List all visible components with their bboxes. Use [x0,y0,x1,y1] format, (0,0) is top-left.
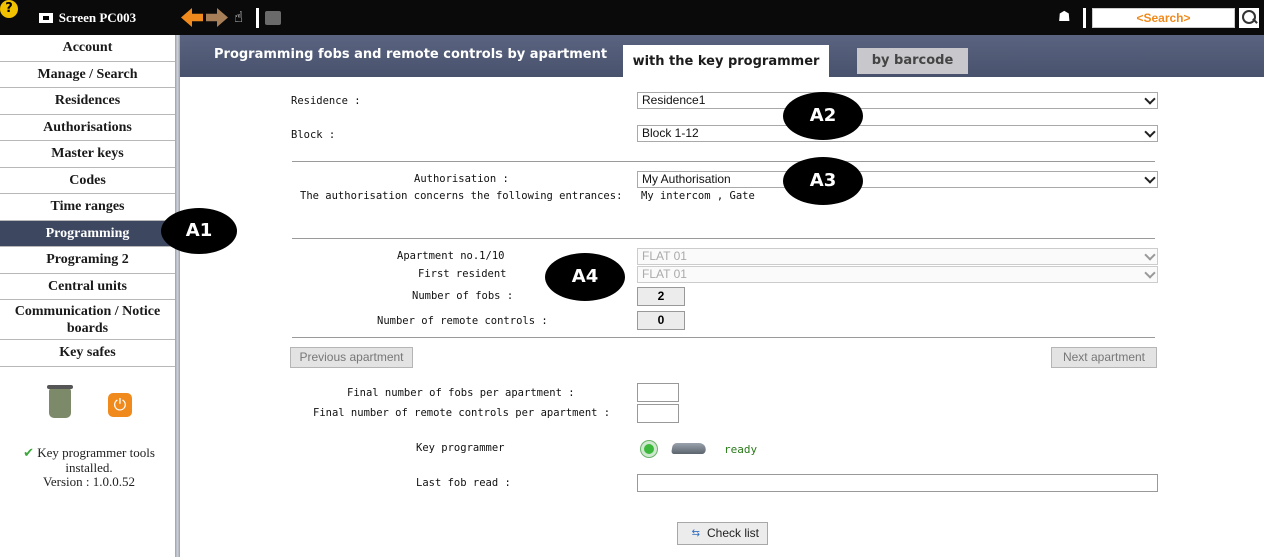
toolbar-divider [1083,8,1086,28]
check-icon: ✔ [23,446,34,461]
block-select[interactable]: Block 1-12 [637,125,1158,142]
sidebar-item-residences[interactable]: Residences [0,88,175,115]
final-fobs-input[interactable] [637,383,679,402]
checklist-icon: ⇆ [691,528,700,539]
top-toolbar: Screen PC003 ☝ ? ☗ <Search> [0,0,1264,35]
monitor-icon [38,12,53,23]
chevron-down-icon [1144,126,1156,138]
profile-icon[interactable]: ☗ [1058,9,1072,26]
toolbar-divider [256,8,259,28]
key-programmer-status: ready [724,443,758,456]
remotes-count: 0 [637,311,685,330]
divider [292,238,1155,239]
sidebar-item-manage-search[interactable]: Manage / Search [0,62,175,88]
remotes-label: Number of remote controls : [377,315,548,327]
callout-a1: A1 [161,208,237,254]
residence-value: Residence1 [642,93,706,107]
forward-arrow-icon[interactable] [206,8,228,27]
entrances-label: The authorisation concerns the following… [300,190,623,202]
last-fob-input[interactable] [637,474,1158,492]
search-icon[interactable] [1239,8,1259,28]
chevron-down-icon [1144,267,1156,279]
final-remotes-label: Final number of remote controls per apar… [313,407,611,419]
authorisation-select[interactable]: My Authorisation [637,171,1158,188]
fobs-count: 2 [637,287,685,306]
tab-barcode[interactable]: by barcode [857,48,968,74]
divider [292,337,1155,338]
residence-select[interactable]: Residence1 [637,92,1158,109]
entrances-value: My intercom , Gate [641,190,755,202]
first-resident-label: First resident [418,268,507,280]
tab-key-programmer[interactable]: with the key programmer [623,45,829,77]
first-resident-select[interactable]: FLAT 01 [637,266,1158,283]
hand-pointer-icon[interactable]: ☝ [234,8,252,27]
power-icon[interactable]: ⏻ [108,393,132,417]
next-apartment-button[interactable]: Next apartment [1051,347,1157,368]
authorisation-label: Authorisation : [414,173,509,185]
final-fobs-label: Final number of fobs per apartment : [347,387,575,399]
apartment-select[interactable]: FLAT 01 [637,248,1158,265]
search-input[interactable]: <Search> [1092,8,1235,28]
final-remotes-input[interactable] [637,404,679,423]
fobs-label: Number of fobs : [412,290,514,302]
last-fob-label: Last fob read : [416,477,511,489]
status-indicator-icon [641,441,657,457]
key-programmer-label: Key programmer [416,442,505,454]
first-resident-value: FLAT 01 [642,267,687,281]
sidebar-item-programing-2[interactable]: Programing 2 [0,247,175,274]
chevron-down-icon [1144,172,1156,184]
authorisation-value: My Authorisation [642,172,731,186]
check-list-button[interactable]: ⇆ Check list [677,522,768,545]
screen-label: Screen PC003 [0,0,175,35]
chevron-down-icon [1144,249,1156,261]
callout-a3: A3 [783,157,863,205]
sidebar-item-communication[interactable]: Communication / Notice boards [0,300,175,340]
callout-a4: A4 [545,253,625,301]
sidebar-item-programming[interactable]: Programming [0,220,175,247]
sidebar-item-account[interactable]: Account [0,35,175,62]
trash-icon[interactable] [47,385,73,418]
key-programmer-tools-status: ✔ Key programmer tools installed. Versio… [4,446,174,489]
callout-a2: A2 [783,92,863,140]
sidebar-item-time-ranges[interactable]: Time ranges [0,194,175,221]
residence-label: Residence : [291,95,361,107]
page-title: Programming fobs and remote controls by … [214,47,608,62]
chevron-down-icon [1144,93,1156,105]
sidebar-item-authorisations[interactable]: Authorisations [0,115,175,141]
apartment-label: Apartment no.1/10 [397,250,505,262]
printer-icon[interactable] [265,11,281,25]
sidebar-item-master-keys[interactable]: Master keys [0,141,175,168]
sidebar-item-central-units[interactable]: Central units [0,274,175,300]
tools-status-text: Key programmer tools installed. [37,445,155,475]
sidebar-splitter[interactable] [175,35,180,557]
key-programmer-device-icon [671,443,707,454]
back-arrow-icon[interactable] [181,8,203,27]
block-value: Block 1-12 [642,126,699,140]
sidebar-item-codes[interactable]: Codes [0,168,175,194]
check-list-label: Check list [706,526,759,540]
tools-version: Version : 1.0.0.52 [42,474,136,489]
previous-apartment-button[interactable]: Previous apartment [290,347,413,368]
block-label: Block : [291,129,336,141]
apartment-value: FLAT 01 [642,249,687,263]
screen-label-text: Screen PC003 [58,9,137,25]
divider [292,161,1155,162]
sidebar-item-key-safes[interactable]: Key safes [0,340,175,367]
page-header: Programming fobs and remote controls by … [180,35,1264,77]
